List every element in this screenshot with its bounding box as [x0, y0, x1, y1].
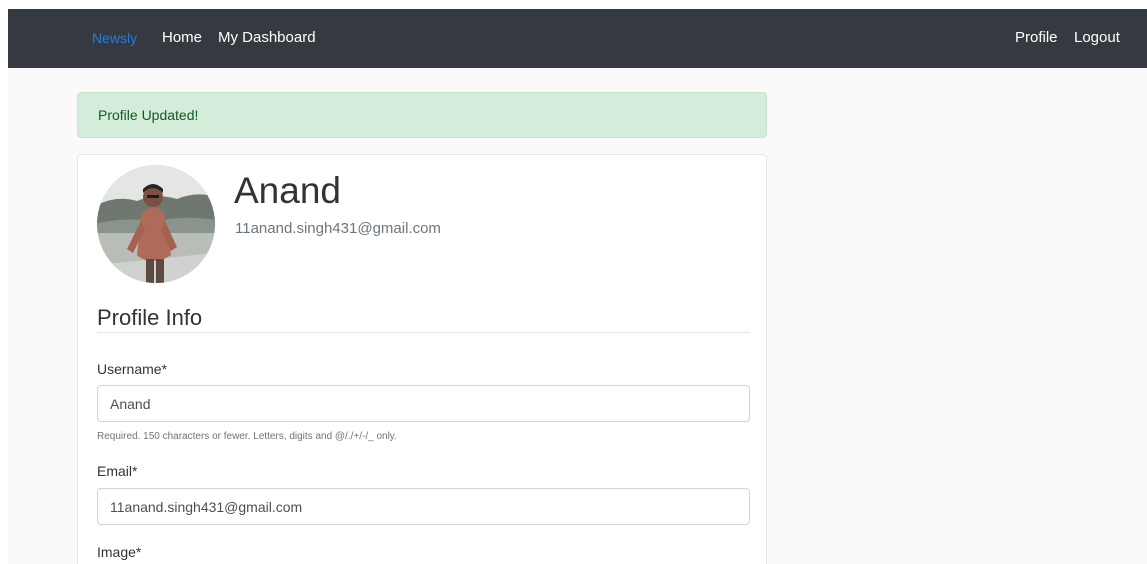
nav-logout-link[interactable]: Logout: [1074, 28, 1120, 48]
email-label: Email*: [97, 463, 138, 479]
image-label: Image*: [97, 544, 142, 560]
nav-home-link[interactable]: Home: [162, 28, 202, 48]
success-alert: Profile Updated!: [77, 92, 767, 138]
section-title: Profile Info: [97, 305, 203, 330]
username-label: Username*: [97, 361, 168, 377]
avatar-image: [97, 165, 215, 283]
username-input[interactable]: [97, 385, 750, 422]
browser-viewport: Newsly Home My Dashboard Profile Logout …: [8, 9, 1147, 564]
email-input[interactable]: [97, 488, 750, 525]
section-divider: [97, 332, 750, 333]
nav-profile-link[interactable]: Profile: [1015, 28, 1058, 48]
navbar: Newsly Home My Dashboard Profile Logout: [8, 9, 1147, 68]
username-help-text: Required. 150 characters or fewer. Lette…: [97, 431, 397, 442]
profile-card: Anand 11anand.singh431@gmail.com Profile…: [77, 154, 767, 564]
brand-link[interactable]: Newsly: [92, 28, 137, 48]
nav-dashboard-link[interactable]: My Dashboard: [218, 28, 316, 48]
avatar: [97, 165, 215, 283]
profile-name: Anand: [234, 170, 341, 211]
profile-email: 11anand.singh431@gmail.com: [235, 220, 441, 237]
